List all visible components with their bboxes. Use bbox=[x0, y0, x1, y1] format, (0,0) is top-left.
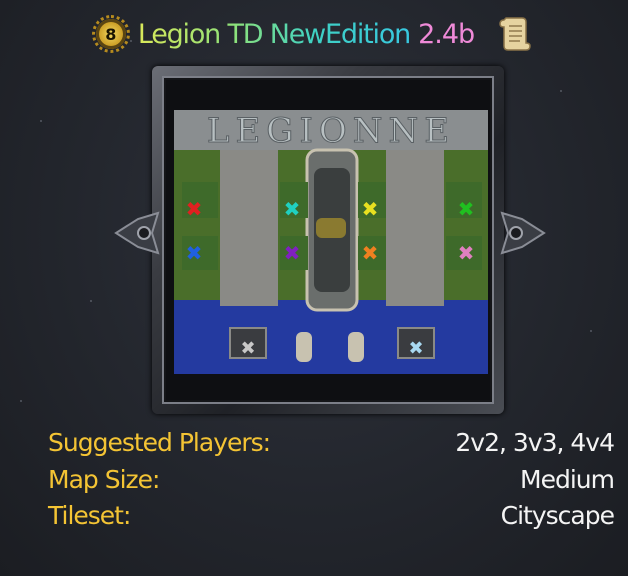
background-star bbox=[20, 400, 22, 402]
map-preview: LEGIONNE ✖ ✖ ✖ ✖ ✖ ✖ ✖ ✖ ✖ ✖ bbox=[174, 110, 488, 374]
detail-value: 2v2, 3v3, 4v4 bbox=[455, 428, 615, 457]
detail-label: Suggested Players: bbox=[48, 428, 271, 457]
detail-label: Tileset: bbox=[48, 501, 131, 530]
svg-text:✖: ✖ bbox=[284, 241, 301, 265]
scroll-icon[interactable] bbox=[496, 14, 532, 54]
detail-row-map-size: Map Size: Medium bbox=[48, 465, 615, 501]
map-banner-text: LEGIONNE bbox=[207, 111, 455, 151]
svg-text:✖: ✖ bbox=[458, 197, 475, 221]
background-star bbox=[90, 300, 92, 302]
left-arrow-icon[interactable] bbox=[114, 205, 160, 261]
detail-value: Cityscape bbox=[500, 501, 615, 530]
svg-text:✖: ✖ bbox=[284, 197, 301, 221]
svg-text:✖: ✖ bbox=[240, 338, 255, 359]
map-version: 2.4b bbox=[418, 18, 475, 50]
player-count-text: 8 bbox=[105, 24, 117, 44]
background-star bbox=[590, 330, 592, 332]
background-star bbox=[560, 90, 562, 92]
background-star bbox=[40, 120, 42, 122]
svg-text:✖: ✖ bbox=[408, 338, 423, 359]
detail-value: Medium bbox=[520, 465, 615, 494]
svg-text:✖: ✖ bbox=[362, 241, 379, 265]
map-title: Legion TD NewEdition bbox=[137, 18, 411, 50]
detail-label: Map Size: bbox=[48, 465, 160, 494]
detail-row-suggested-players: Suggested Players: 2v2, 3v3, 4v4 bbox=[48, 428, 615, 464]
svg-text:✖: ✖ bbox=[186, 241, 203, 265]
map-title-bar: 8 Legion TD NewEdition 2.4b bbox=[0, 14, 628, 54]
svg-text:✖: ✖ bbox=[186, 197, 203, 221]
right-arrow-icon[interactable] bbox=[500, 205, 546, 261]
svg-text:✖: ✖ bbox=[458, 241, 475, 265]
detail-row-tileset: Tileset: Cityscape bbox=[48, 501, 615, 537]
svg-text:✖: ✖ bbox=[362, 197, 379, 221]
player-count-badge: 8 bbox=[91, 15, 130, 53]
